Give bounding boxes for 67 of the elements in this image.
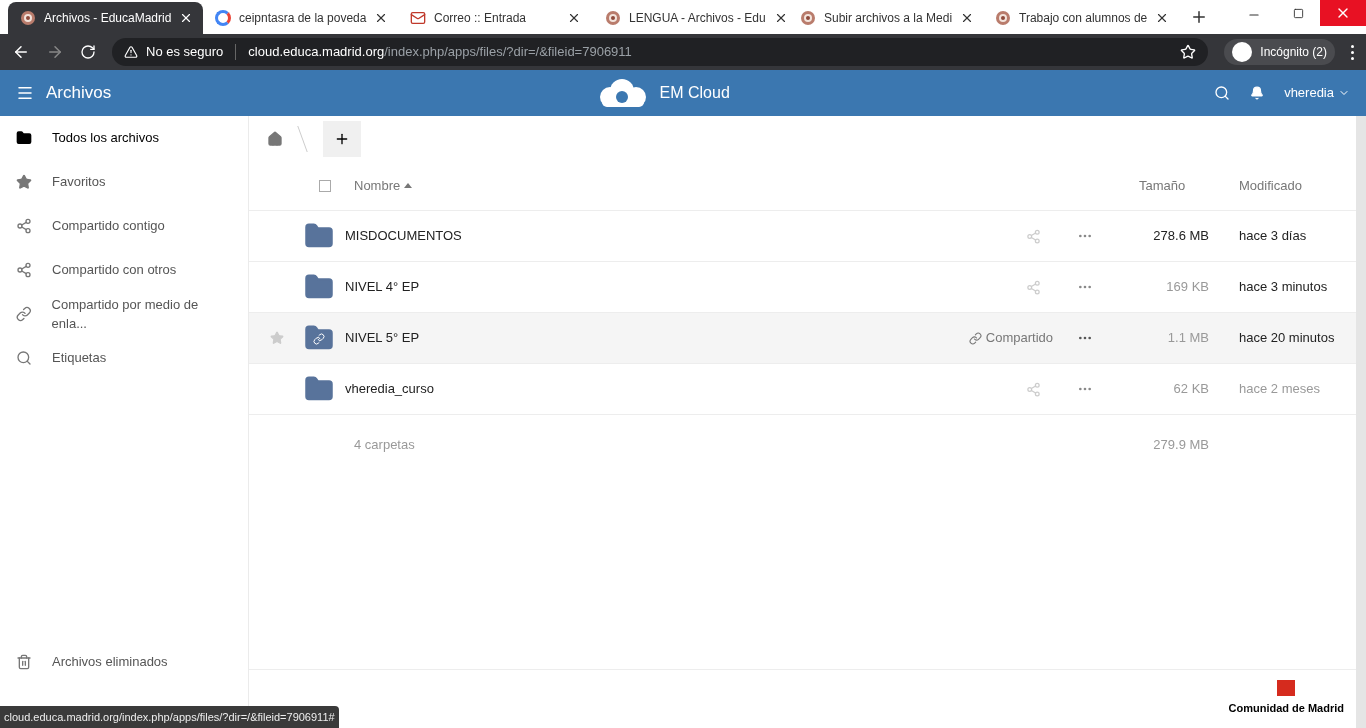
brand-name: EM Cloud (659, 83, 730, 103)
emblem-icon (800, 10, 816, 26)
link-icon (968, 331, 982, 345)
browser-tab[interactable]: Archivos - EducaMadrid (8, 2, 203, 34)
column-header[interactable]: Modificado (1239, 175, 1356, 196)
new-button[interactable] (323, 120, 361, 157)
warning-icon (124, 45, 138, 59)
bookmark-star-icon[interactable] (1180, 44, 1197, 60)
emblem-icon (20, 10, 36, 26)
status-url-tooltip: cloud.educa.madrid.org/index.php/apps/files/?dir=/&fileid=7906911# (0, 705, 339, 728)
file-name[interactable]: NIVEL 4° EP (345, 277, 1026, 297)
emblem-icon (995, 10, 1011, 26)
maximize-icon[interactable] (1293, 8, 1304, 19)
select-all-checkbox[interactable] (319, 179, 331, 192)
search-icon[interactable] (1214, 85, 1231, 101)
file-row[interactable]: NIVEL 5° EP Compartido 1.1 MB hace 20 minutos (249, 313, 1356, 364)
file-name[interactable]: NIVEL 5° EP (345, 328, 969, 348)
forward-icon[interactable] (46, 43, 64, 61)
total-size: 279.9 MB (1152, 436, 1209, 455)
file-size: 278.6 MB (1152, 227, 1209, 246)
trash-icon (16, 654, 32, 670)
star-icon (16, 174, 32, 190)
sidebar-item[interactable]: Favoritos (0, 160, 248, 204)
region-logo: Comunidad de Madrid (1228, 679, 1344, 716)
link-icon (313, 333, 325, 345)
file-name[interactable]: MISDOCUMENTOS (345, 226, 1026, 246)
google-g-icon (215, 10, 231, 26)
more-menu-icon[interactable] (1351, 44, 1354, 60)
close-icon[interactable] (567, 11, 581, 25)
app-title[interactable]: Archivos (46, 80, 112, 106)
reload-icon[interactable] (80, 44, 96, 60)
modified-date: hace 3 minutos (1238, 278, 1329, 297)
sidebar-item[interactable]: Archivos eliminados (0, 640, 248, 684)
share-icon (16, 218, 32, 234)
favorite-star-icon[interactable] (269, 331, 284, 345)
sidebar-item[interactable]: Compartido por medio de enla... (0, 292, 248, 336)
url-field[interactable]: No es seguro cloud.educa.madrid.org/index.php/apps/files/?dir=/&fileid=7906911 (112, 38, 1209, 66)
sidebar-item[interactable]: Compartido con otros (0, 248, 248, 292)
search-icon (16, 350, 32, 366)
file-size: 169 KB (1165, 278, 1209, 297)
modified-date: hace 3 días (1238, 227, 1308, 246)
emblem-icon (605, 10, 621, 26)
menu-icon[interactable] (16, 84, 34, 102)
user-menu[interactable]: vheredia (1284, 83, 1350, 103)
file-size: 1.1 MB (1166, 329, 1209, 348)
notifications-icon[interactable] (1250, 86, 1265, 100)
shared-link[interactable]: Compartido (968, 328, 1053, 348)
column-header[interactable]: Nombre (354, 175, 401, 196)
back-icon[interactable] (12, 43, 30, 61)
mail-icon (410, 10, 426, 26)
modified-date: hace 2 meses (1238, 380, 1321, 399)
folder-count: 4 carpetas (354, 436, 416, 455)
modified-date: hace 20 minutos (1238, 329, 1336, 348)
share-icon (16, 262, 32, 278)
home-icon[interactable] (267, 130, 283, 147)
sidebar-item[interactable]: Compartido contigo (0, 204, 248, 248)
file-name[interactable]: vheredia_curso (345, 379, 1026, 399)
url-text: cloud.educa.madrid.org/index.php/apps/files/?dir=/&fileid=7906911 (248, 43, 632, 62)
security-label: No es seguro (146, 43, 224, 62)
link-icon (16, 306, 32, 322)
folder-icon (16, 130, 32, 146)
incognito-badge[interactable]: Incógnito (2) (1224, 39, 1335, 65)
file-size: 62 KB (1172, 380, 1209, 399)
column-header[interactable]: Tamaño (1139, 175, 1239, 196)
sidebar-item[interactable]: Etiquetas (0, 336, 248, 380)
sort-ascending-icon[interactable] (404, 183, 413, 188)
new-tab-icon[interactable] (1190, 8, 1208, 26)
